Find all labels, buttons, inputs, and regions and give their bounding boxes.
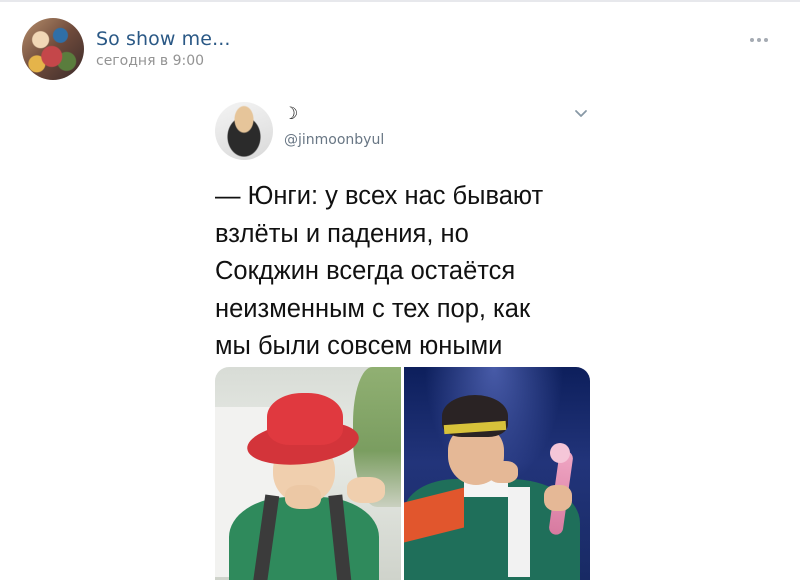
chevron-down-icon: [575, 110, 587, 117]
tweet-text-line: неизменным с тех пор, как: [215, 294, 531, 323]
tweet-text-line: мы были совсем юными: [215, 332, 503, 360]
post-more-button[interactable]: [742, 30, 776, 50]
tweet-photo-right: [404, 367, 590, 580]
tweet-text-line: — Юнги: у всех нас бывают: [215, 182, 544, 210]
tweet-text-line: Сокджин всегда остаётся: [215, 257, 516, 285]
ellipsis-horizontal-icon: [750, 38, 754, 42]
tweet-author-avatar: [215, 102, 273, 160]
tweet-text-line: взлёты и падения, но: [215, 219, 469, 248]
tweet-author-handle: @jinmoonbyul: [284, 132, 385, 148]
tweet-photo-left: [215, 367, 401, 580]
ellipsis-horizontal-icon: [757, 38, 761, 42]
post-header: So show me... сегодня в 9:00: [0, 0, 800, 90]
post-author-name[interactable]: So show me...: [96, 28, 231, 50]
tweet-author-name: ☽: [283, 104, 299, 124]
author-avatar[interactable]: [22, 18, 84, 80]
tweet-text: — Юнги: у всех нас бывают взлёты и паден…: [215, 178, 595, 366]
tweet-photo-grid: [215, 367, 590, 580]
ellipsis-horizontal-icon: [764, 38, 768, 42]
tweet-screenshot-image[interactable]: ☽ @jinmoonbyul — Юнги: у всех нас бывают…: [210, 92, 600, 580]
post-timestamp[interactable]: сегодня в 9:00: [96, 53, 204, 69]
